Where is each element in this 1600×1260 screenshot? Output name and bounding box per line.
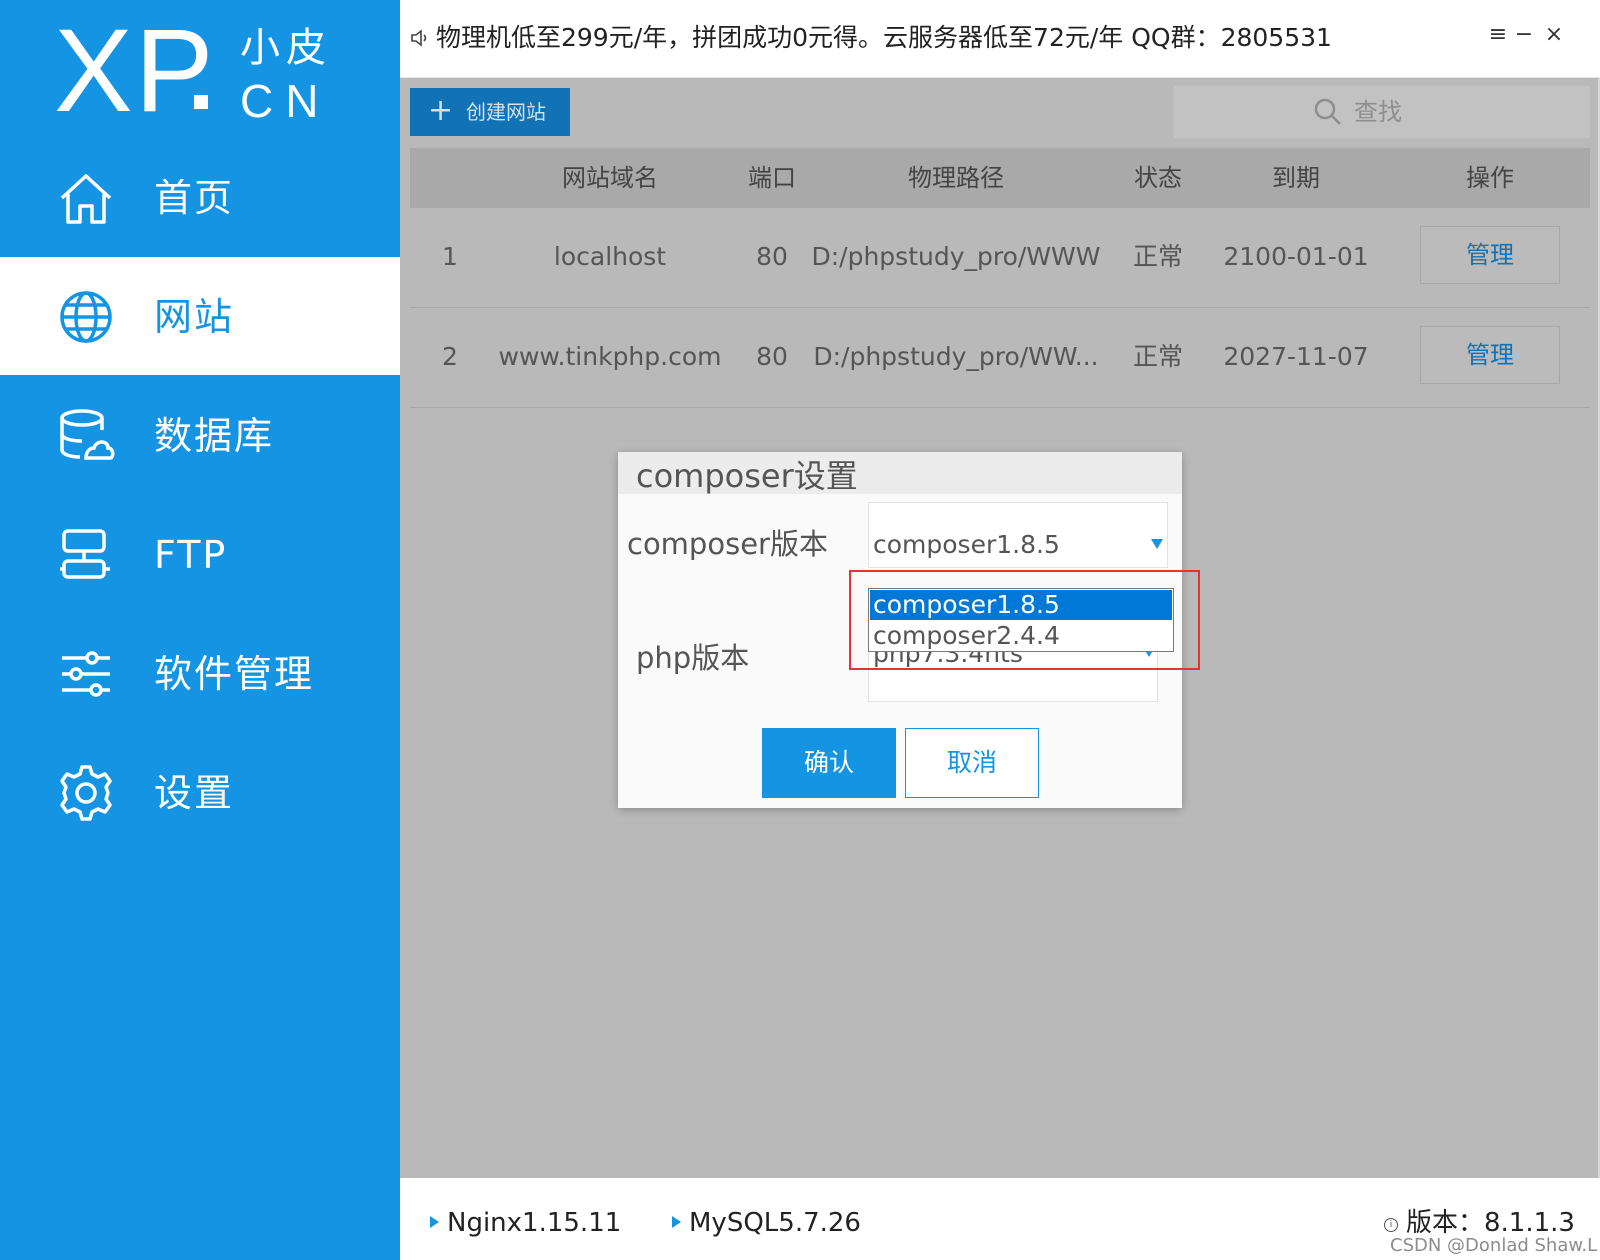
- row-expiry: 2100-01-01: [1223, 242, 1369, 271]
- manage-button[interactable]: 管理: [1420, 226, 1560, 284]
- composer-version-value: composer1.8.5: [873, 530, 1060, 559]
- row-domain: www.tinkphp.com: [498, 342, 722, 371]
- globe-icon: [60, 291, 112, 343]
- title-bar: 物理机低至299元/年，拼团成功0元得。云服务器低至72元/年 QQ群：2805…: [400, 0, 1600, 78]
- table-header: 网站域名 端口 物理路径 状态 到期 操作: [410, 148, 1590, 208]
- sidebar-item-ftp[interactable]: FTP: [0, 495, 400, 613]
- plus-icon: +: [428, 93, 454, 128]
- sidebar-item-database[interactable]: 数据库: [0, 376, 400, 494]
- row-domain: localhost: [553, 242, 667, 271]
- row-path: D:/phpstudy_pro/WWW: [811, 242, 1101, 271]
- create-website-label: 创建网站: [466, 100, 546, 124]
- manage-button[interactable]: 管理: [1420, 326, 1560, 384]
- mysql-status[interactable]: MySQL5.7.26: [672, 1208, 861, 1238]
- column-header-path: 物理路径: [908, 164, 1004, 192]
- dialog-title: composer设置: [636, 457, 858, 495]
- info-icon: i: [1384, 1218, 1398, 1232]
- database-icon: [60, 409, 115, 460]
- sidebar-item-label: 首页: [154, 176, 235, 220]
- create-website-button[interactable]: + 创建网站: [410, 88, 570, 136]
- play-icon: [672, 1216, 681, 1228]
- row-index: 1: [442, 242, 458, 271]
- table-row[interactable]: 1 localhost 80 D:/phpstudy_pro/WWW 正常 21…: [410, 208, 1590, 308]
- announcement-text[interactable]: 物理机低至299元/年，拼团成功0元得。云服务器低至72元/年 QQ群：2805…: [436, 22, 1332, 54]
- sidebar-item-website[interactable]: 网站: [0, 257, 400, 375]
- sidebar-item-label: 软件管理: [154, 652, 315, 696]
- watermark: CSDN @Donlad Shaw.L: [1390, 1235, 1598, 1256]
- ftp-icon: [60, 529, 110, 579]
- minimize-icon[interactable]: −: [1512, 22, 1536, 47]
- version-text: 版本：8.1.1.3: [1406, 1208, 1575, 1238]
- chevron-down-icon: [1151, 539, 1163, 549]
- column-header-expiry: 到期: [1272, 164, 1320, 192]
- row-index: 2: [442, 342, 458, 371]
- home-icon: [60, 174, 112, 224]
- play-icon: [430, 1216, 439, 1228]
- php-version-label: php版本: [636, 641, 750, 675]
- row-status: 正常: [1132, 342, 1184, 371]
- row-status: 正常: [1132, 242, 1184, 271]
- cancel-button[interactable]: 取消: [905, 728, 1039, 798]
- column-header-port: 端口: [748, 164, 796, 192]
- annotation-highlight-box: [849, 570, 1200, 670]
- sidebar: XP 小皮 CN 首页 网站 数据库 FTP 软件管理 设置: [0, 0, 400, 1260]
- sidebar-item-label: 网站: [154, 295, 235, 339]
- close-icon[interactable]: ×: [1542, 22, 1566, 47]
- search-icon: [1314, 98, 1341, 125]
- column-header-action: 操作: [1466, 164, 1514, 192]
- confirm-button[interactable]: 确认: [762, 728, 896, 798]
- sidebar-item-settings[interactable]: 设置: [0, 733, 400, 851]
- logo-cn-top: 小皮: [240, 25, 332, 71]
- row-expiry: 2027-11-07: [1223, 342, 1369, 371]
- nginx-status[interactable]: Nginx1.15.11: [430, 1208, 621, 1238]
- sidebar-item-label: 数据库: [154, 414, 275, 458]
- sidebar-item-software[interactable]: 软件管理: [0, 614, 400, 732]
- dialog-header: composer设置: [618, 452, 1182, 495]
- sliders-icon: [62, 651, 110, 697]
- logo-cn-bottom: CN: [240, 75, 331, 127]
- gear-icon: [60, 765, 112, 821]
- composer-version-select[interactable]: composer1.8.5: [868, 502, 1168, 568]
- row-path: D:/phpstudy_pro/WW...: [813, 342, 1099, 371]
- speaker-icon: [411, 29, 427, 47]
- row-port: 80: [756, 242, 788, 271]
- menu-icon[interactable]: ≡: [1486, 22, 1510, 47]
- composer-version-label: composer版本: [627, 527, 828, 561]
- column-header-domain: 网站域名: [562, 164, 658, 192]
- status-bar: Nginx1.15.11 MySQL5.7.26 i 版本：8.1.1.3 CS…: [400, 1178, 1600, 1260]
- row-port: 80: [756, 342, 788, 371]
- column-header-status: 状态: [1134, 164, 1182, 192]
- logo-brand: XP: [54, 5, 216, 137]
- sidebar-item-label: 设置: [154, 771, 235, 815]
- search-input[interactable]: 查找: [1174, 86, 1590, 138]
- logo: XP 小皮 CN: [54, 12, 354, 130]
- table-row[interactable]: 2 www.tinkphp.com 80 D:/phpstudy_pro/WW.…: [410, 308, 1590, 408]
- mysql-label: MySQL5.7.26: [689, 1208, 861, 1238]
- sidebar-item-home[interactable]: 首页: [0, 138, 400, 256]
- website-table: 网站域名 端口 物理路径 状态 到期 操作 1 localhost 80 D:/…: [410, 148, 1590, 408]
- nginx-label: Nginx1.15.11: [447, 1208, 622, 1238]
- sidebar-item-label: FTP: [154, 533, 228, 577]
- search-placeholder: 查找: [1354, 98, 1402, 126]
- logo-dot: [194, 95, 208, 109]
